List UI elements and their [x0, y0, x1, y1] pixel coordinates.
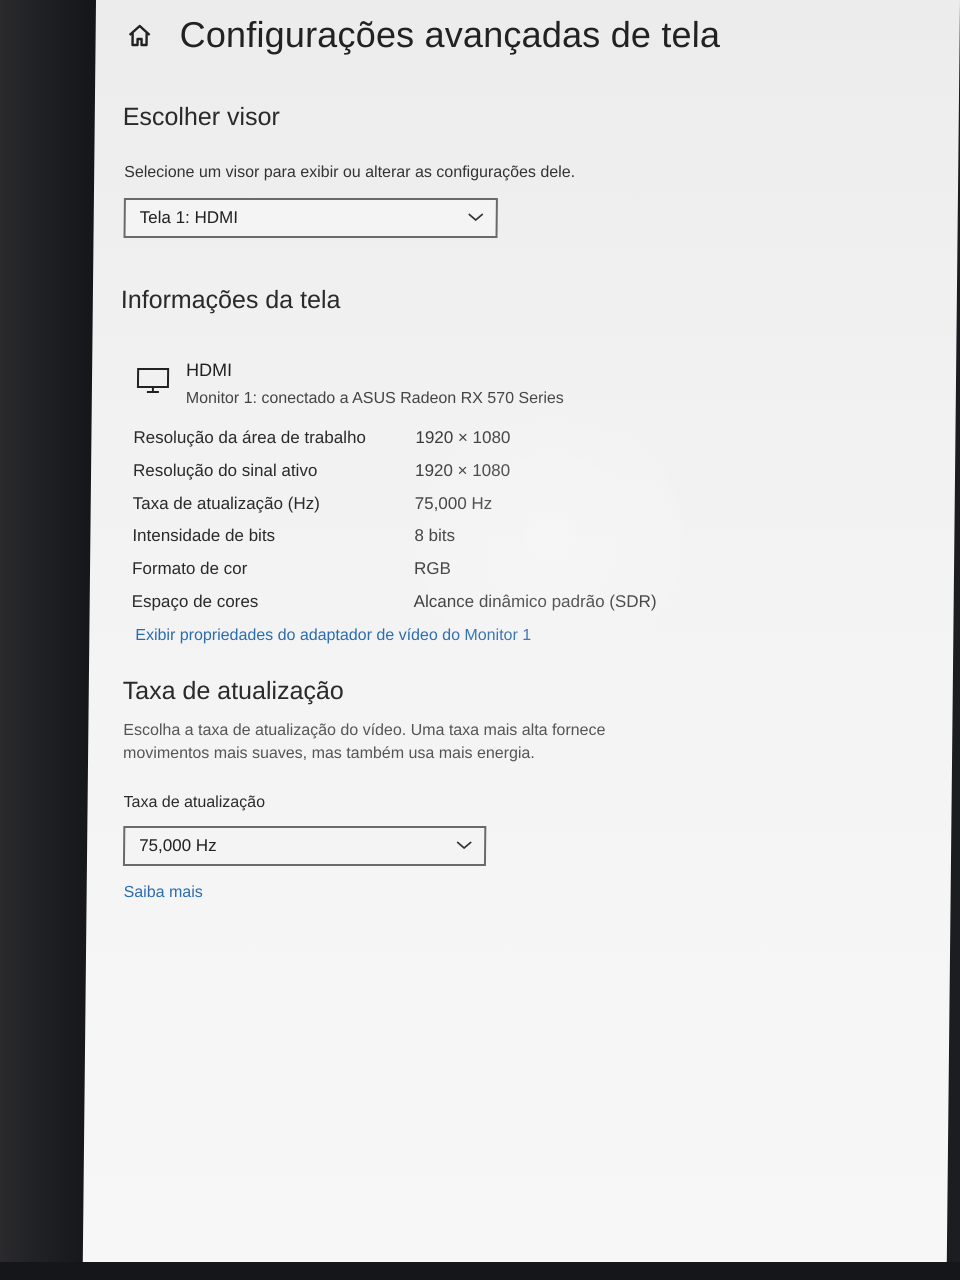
display-select[interactable]: Tela 1: HDMI	[123, 198, 498, 238]
monitor-bezel-bottom	[0, 1262, 960, 1280]
refresh-rate-description-line2: movimentos mais suaves, mas também usa m…	[123, 745, 535, 762]
refresh-rate-heading: Taxa de atualização	[122, 677, 344, 705]
monitor-icon	[136, 368, 170, 393]
info-label: Intensidade de bits	[132, 526, 276, 546]
info-value: 75,000 Hz	[414, 493, 493, 513]
settings-window: Configurações avançadas de tela Escolher…	[82, 0, 960, 1266]
info-value: RGB	[413, 559, 451, 579]
monitor-detail: Monitor 1: conectado a ASUS Radeon RX 57…	[185, 390, 564, 407]
info-row: Intensidade de bits 8 bits	[132, 526, 752, 559]
display-info-heading: Informações da tela	[120, 286, 341, 314]
monitor-name: HDMI	[186, 360, 233, 380]
info-label: Espaço de cores	[131, 591, 259, 611]
info-value: 1920 × 1080	[414, 460, 511, 480]
info-row: Taxa de atualização (Hz) 75,000 Hz	[132, 494, 752, 527]
info-value: Alcance dinâmico padrão (SDR)	[413, 591, 657, 611]
adapter-properties-link[interactable]: Exibir propriedades do adaptador de víde…	[135, 627, 531, 645]
info-value: 8 bits	[414, 526, 456, 546]
info-row: Resolução do sinal ativo 1920 × 1080	[133, 461, 753, 494]
info-row: Espaço de cores Alcance dinâmico padrão …	[131, 592, 751, 625]
display-select-value: Tela 1: HDMI	[139, 208, 239, 227]
chevron-down-icon	[456, 841, 472, 850]
refresh-rate-description-line1: Escolha a taxa de atualização do vídeo. …	[123, 722, 606, 739]
info-row: Resolução da área de trabalho 1920 × 108…	[133, 428, 753, 461]
choose-display-heading: Escolher visor	[122, 103, 280, 131]
home-icon[interactable]	[125, 21, 153, 49]
info-label: Formato de cor	[131, 559, 248, 579]
info-row: Formato de cor RGB	[132, 559, 752, 592]
learn-more-link[interactable]: Saiba mais	[124, 884, 203, 902]
refresh-rate-select-value: 75,000 Hz	[139, 836, 217, 855]
page-title: Configurações avançadas de tela	[179, 14, 721, 55]
info-label: Resolução da área de trabalho	[133, 428, 367, 447]
info-value: 1920 × 1080	[415, 428, 511, 447]
chevron-down-icon	[468, 213, 484, 222]
refresh-rate-field-label: Taxa de atualização	[123, 794, 266, 811]
info-label: Resolução do sinal ativo	[132, 460, 318, 480]
settings-page: Configurações avançadas de tela Escolher…	[83, 0, 960, 1266]
display-info-table: Resolução da área de trabalho 1920 × 108…	[131, 428, 753, 625]
info-label: Taxa de atualização (Hz)	[132, 493, 320, 513]
page-header: Configurações avançadas de tela	[125, 14, 720, 56]
choose-display-description: Selecione um visor para exibir ou altera…	[124, 164, 576, 181]
refresh-rate-select[interactable]: 75,000 Hz	[122, 826, 487, 866]
